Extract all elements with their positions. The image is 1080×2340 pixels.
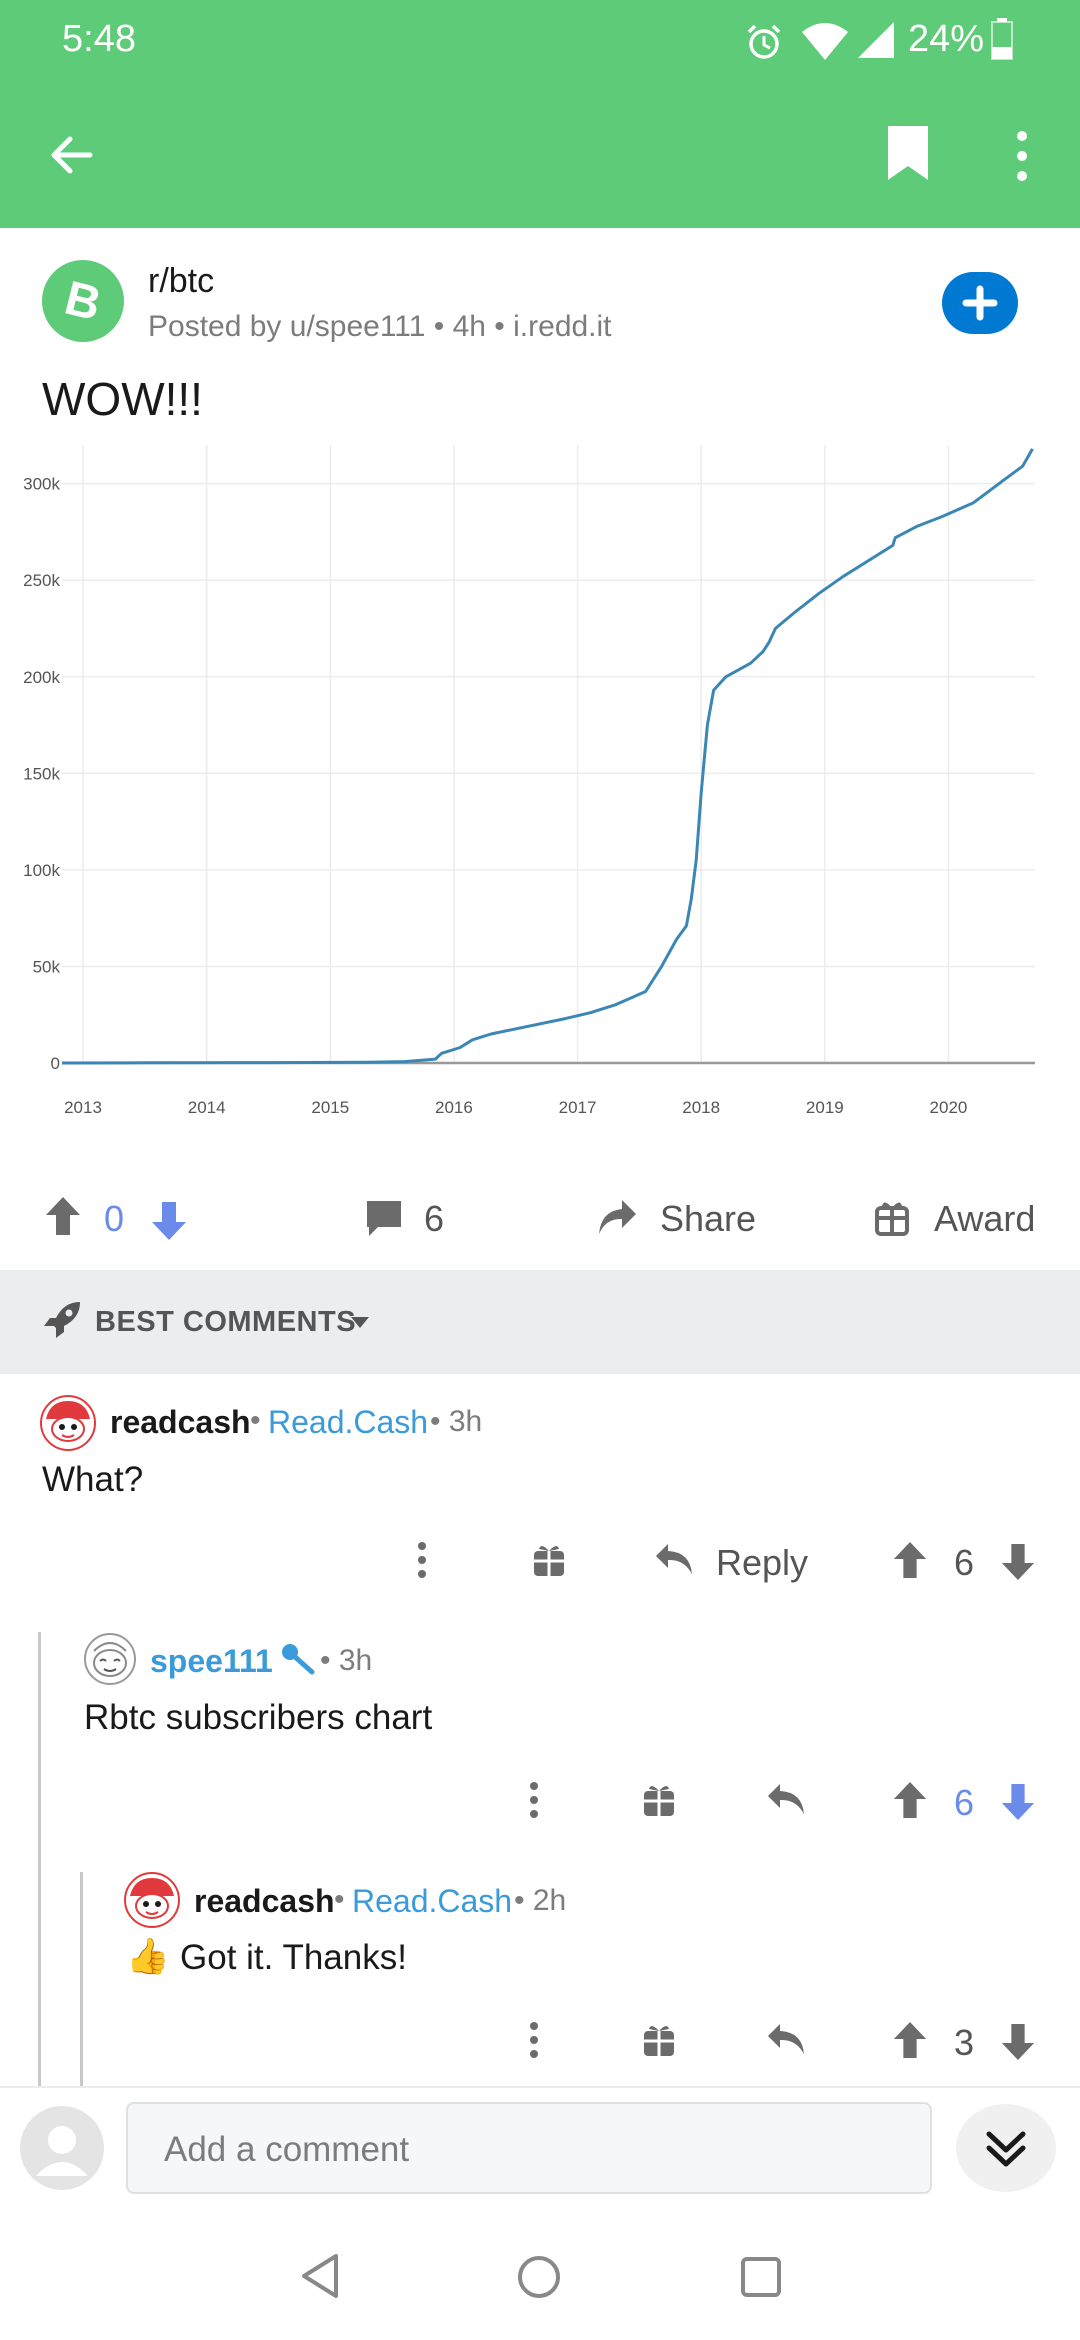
system-nav-bar	[0, 2220, 1080, 2340]
gift-icon[interactable]	[874, 1198, 910, 1236]
gift-icon[interactable]	[532, 1542, 566, 1578]
comment-body: Got it. Thanks!	[180, 1938, 407, 1977]
thumbs-up-emoji: 👍	[126, 1937, 170, 1976]
comment-score: 6	[954, 1782, 975, 1823]
double-chevron-down-icon[interactable]	[956, 2104, 1056, 2192]
x-tick-label: 2018	[682, 1098, 720, 1117]
signal-icon	[858, 22, 894, 58]
app-bar	[0, 80, 1080, 228]
subreddit-name[interactable]: r/btc	[148, 262, 214, 301]
add-comment-input[interactable]: Add a comment	[126, 2102, 932, 2194]
x-tick-label: 2020	[930, 1098, 968, 1117]
arrow-up-icon[interactable]	[892, 1540, 928, 1580]
award-button[interactable]: Award	[934, 1198, 1035, 1240]
mic-icon	[282, 1644, 315, 1675]
rocket-icon	[44, 1302, 80, 1338]
comment-author[interactable]: readcash	[110, 1404, 251, 1441]
bookmark-icon[interactable]	[886, 124, 930, 182]
arrow-up-icon[interactable]	[892, 2020, 928, 2060]
arrow-up-icon[interactable]	[44, 1195, 82, 1237]
reply-icon[interactable]	[654, 1542, 694, 1578]
reply-icon[interactable]	[766, 1782, 806, 1818]
comment-actions: 6	[0, 1770, 1080, 1830]
comment-score: 3	[954, 2022, 975, 2063]
status-time: 5:48	[62, 18, 136, 60]
alarm-icon	[747, 24, 781, 59]
comment-author[interactable]: readcash	[194, 1883, 335, 1920]
reply-icon[interactable]	[766, 2022, 806, 2058]
nav-back-icon[interactable]	[298, 2252, 342, 2300]
reply-button[interactable]: Reply	[716, 1542, 808, 1584]
gift-icon[interactable]	[642, 2022, 676, 2058]
comment-time: • 3h	[320, 1644, 373, 1677]
x-tick-label: 2019	[806, 1098, 844, 1117]
arrow-down-icon[interactable]	[1000, 1542, 1036, 1582]
x-tick-label: 2013	[64, 1098, 102, 1117]
meta-dot: •	[334, 1883, 345, 1916]
author-flair-link[interactable]: Read.Cash	[352, 1883, 512, 1920]
post-title: WOW!!!	[42, 373, 203, 425]
comment-body: Rbtc subscribers chart	[84, 1698, 433, 1737]
wifi-icon	[802, 23, 848, 60]
arrow-down-icon[interactable]	[150, 1200, 188, 1242]
more-vert-icon[interactable]	[1010, 128, 1034, 184]
comment-time: • 3h	[430, 1405, 483, 1438]
x-tick-label: 2014	[188, 1098, 226, 1117]
comment-icon[interactable]	[364, 1198, 404, 1238]
more-vert-icon[interactable]	[528, 1780, 540, 1820]
meta-dot: •	[250, 1404, 261, 1437]
comment-actions: 3	[0, 2010, 1080, 2070]
subreddit-avatar[interactable]: B	[42, 260, 124, 342]
comment-score: 6	[954, 1542, 975, 1583]
series-line	[61, 448, 1034, 1065]
x-tick-label: 2015	[311, 1098, 349, 1117]
subscribers-chart[interactable]: 0 50k 100k 150k 200k 250k 300k 2013 2014 2015 201…	[0, 445, 1080, 1125]
arrow-down-icon[interactable]	[1000, 1782, 1036, 1822]
x-tick-label: 2016	[435, 1098, 473, 1117]
comment-author[interactable]: spee111	[150, 1643, 273, 1680]
arrow-left-icon[interactable]	[46, 130, 96, 180]
avatar[interactable]	[124, 1872, 180, 1928]
chevron-down-icon[interactable]	[350, 1316, 370, 1330]
comment-actions: Reply 6	[0, 1530, 1080, 1590]
arrow-up-icon[interactable]	[892, 1780, 928, 1820]
post-score: 0	[104, 1198, 125, 1239]
post-meta: Posted by u/spee111 • 4h • i.redd.it	[148, 310, 612, 343]
gift-icon[interactable]	[642, 1782, 676, 1818]
y-tick-label: 250k	[23, 571, 60, 590]
comment-count[interactable]: 6	[424, 1198, 444, 1240]
more-vert-icon[interactable]	[528, 2020, 540, 2060]
x-tick-label: 2017	[559, 1098, 597, 1117]
author-flair-link[interactable]: Read.Cash	[268, 1404, 428, 1441]
battery-icon	[991, 18, 1013, 60]
battery-percent: 24%	[908, 18, 985, 60]
post-action-bar: 0 6 Share Award	[0, 1170, 1080, 1270]
arrow-down-icon[interactable]	[1000, 2022, 1036, 2062]
nav-home-icon[interactable]	[516, 2254, 562, 2300]
avatar[interactable]	[84, 1633, 136, 1685]
add-comment-placeholder: Add a comment	[164, 2130, 410, 2169]
y-tick-label: 50k	[33, 957, 61, 976]
y-tick-label: 300k	[23, 475, 60, 494]
y-tick-label: 100k	[23, 861, 60, 880]
user-avatar[interactable]	[20, 2106, 104, 2190]
comment-time: • 2h	[514, 1884, 567, 1917]
share-button[interactable]: Share	[660, 1198, 756, 1240]
avatar[interactable]	[40, 1395, 96, 1451]
plus-icon[interactable]	[942, 272, 1018, 334]
y-tick-label: 0	[51, 1054, 60, 1073]
y-tick-label: 200k	[23, 668, 60, 687]
status-bar: 5:48 24%	[0, 0, 1080, 80]
sort-label[interactable]: BEST COMMENTS	[95, 1306, 356, 1339]
comment-body: What?	[42, 1460, 144, 1499]
more-vert-icon[interactable]	[416, 1540, 428, 1580]
y-tick-label: 150k	[23, 764, 60, 783]
nav-recents-icon[interactable]	[740, 2256, 782, 2298]
share-icon[interactable]	[596, 1198, 638, 1238]
